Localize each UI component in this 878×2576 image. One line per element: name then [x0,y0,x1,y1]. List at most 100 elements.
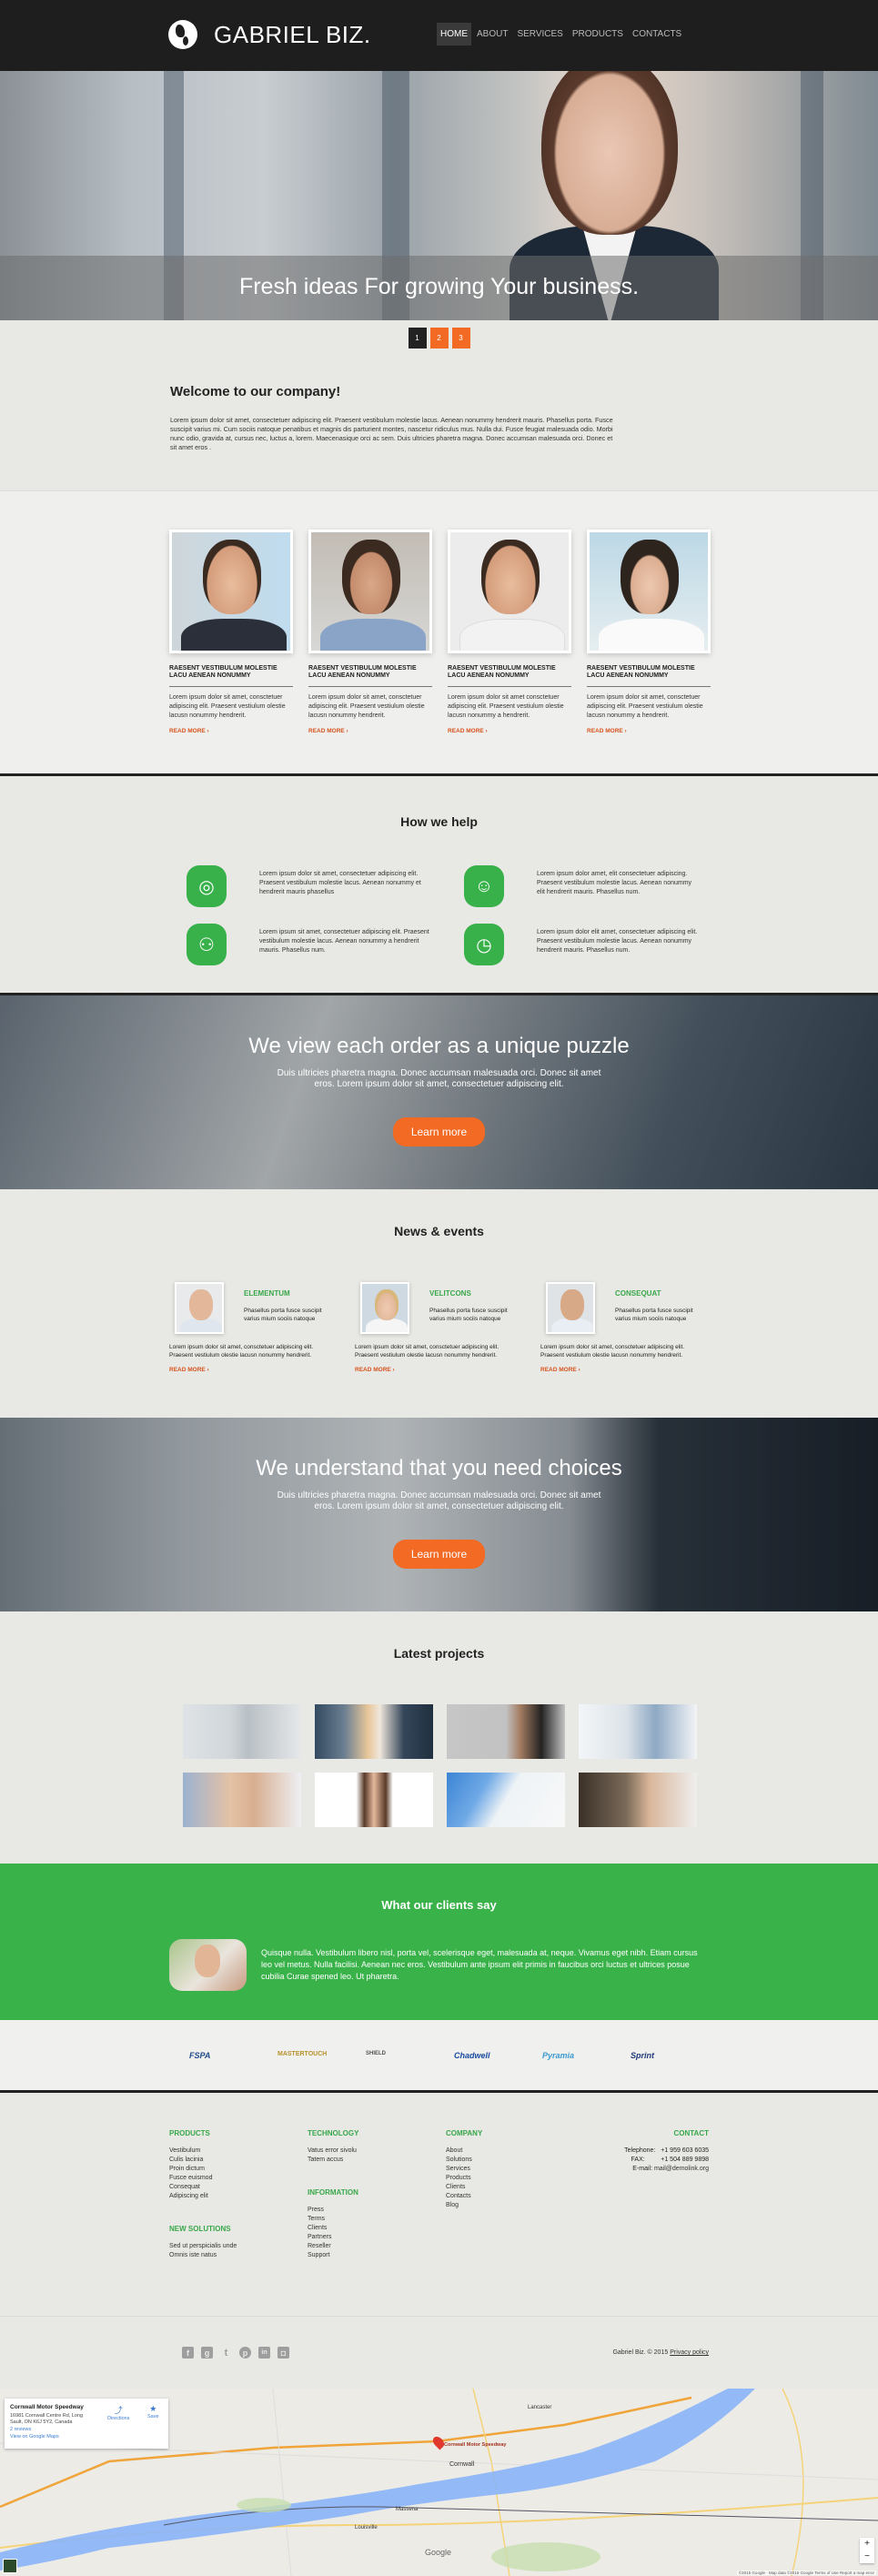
partner-logo[interactable]: Chadwell [454,2051,542,2060]
footer-link[interactable]: Blog [446,2201,584,2210]
footer-link[interactable]: Clients [308,2224,446,2233]
save-button[interactable]: ★ Save [147,2404,159,2419]
google-map[interactable]: Cornwall Motor Speedway Cornwall Massena… [0,2389,878,2576]
learn-more-button[interactable]: Learn more [392,1540,486,1569]
nav-home[interactable]: HOME [437,23,471,45]
telephone-value: +1 959 603 6035 [661,2147,709,2154]
privacy-policy-link[interactable]: Privacy policy [670,2349,709,2356]
partner-logo[interactable]: MASTERTOUCH [278,2051,366,2060]
fax-value: +1 504 889 9898 [661,2157,709,2163]
partner-logo[interactable]: SHIELD [366,2051,454,2060]
footer-link[interactable]: Terms [308,2215,446,2224]
project-thumbnail[interactable] [447,1704,565,1759]
footer-link[interactable]: About [446,2147,584,2156]
team-portrait[interactable] [448,530,571,653]
project-thumbnail[interactable] [579,1704,697,1759]
facebook-icon[interactable]: f [182,2347,194,2359]
footer-link[interactable]: Vestibulum [169,2147,308,2156]
idea-person-icon: ☺ [464,865,504,907]
testimonials-section: What our clients say Quisque nulla. Vest… [0,1864,878,2020]
footer-link[interactable]: Contacts [446,2192,584,2201]
project-thumbnail[interactable] [315,1773,433,1827]
footer-link[interactable]: Press [308,2206,446,2215]
footer-contact: CONTACT Telephone: +1 959 603 6035 FAX: … [624,2129,709,2174]
footer-link[interactable]: Products [446,2174,584,2183]
footer-link[interactable]: Proin dictum [169,2165,308,2174]
pager-2[interactable]: 2 [429,328,449,349]
footer-link[interactable]: Fusce euismod [169,2174,308,2183]
globe-icon [168,20,197,49]
news-thumbnail[interactable] [360,1282,409,1334]
nav-about[interactable]: ABOUT [473,23,511,45]
read-more-link[interactable]: READ MORE › [448,728,488,734]
map-city-label: Lancaster [528,2405,552,2410]
read-more-link[interactable]: READ MORE › [308,728,348,734]
read-more-link[interactable]: READ MORE › [587,728,627,734]
news-summary: Phasellus porta fusce suscipit varius mi… [429,1308,508,1322]
news-heading[interactable]: ELEMENTUM [244,1289,335,1298]
read-more-link[interactable]: READ MORE › [540,1367,580,1373]
news-text: Lorem ipsum dolor sit amet, consctetuer … [169,1344,314,1359]
team-member: RAESENT VESTIBULUM MOLESTIE LACU AENEAN … [308,530,432,737]
footer-link[interactable]: Consequat [169,2183,308,2192]
learn-more-button[interactable]: Learn more [392,1117,486,1147]
footer-link[interactable]: Adipiscing elit [169,2192,308,2201]
partner-logo[interactable]: FSPA [189,2051,278,2060]
project-thumbnail[interactable] [447,1773,565,1827]
team-portrait[interactable] [169,530,293,653]
pinterest-icon[interactable]: p [239,2347,251,2359]
footer-link[interactable]: Reseller [308,2242,446,2251]
team-portrait[interactable] [308,530,432,653]
news-heading[interactable]: VELITCONS [429,1289,520,1298]
footer-link[interactable]: Vatus error sivolu [308,2147,446,2156]
nav-services[interactable]: SERVICES [513,23,566,45]
project-thumbnail[interactable] [315,1704,433,1759]
read-more-link[interactable]: READ MORE › [169,1367,209,1373]
nav-products[interactable]: PRODUCTS [569,23,627,45]
email-link[interactable]: mail@demolink.org [654,2166,709,2172]
logo[interactable]: GABRIEL BIZ. [168,20,371,49]
twitter-icon[interactable]: t [220,2347,232,2359]
news-thumbnail[interactable] [546,1282,595,1334]
google-plus-icon[interactable]: g [201,2347,213,2359]
telephone-line: Telephone: +1 959 603 6035 [624,2147,709,2154]
footer-heading: INFORMATION [308,2188,358,2197]
news-thumbnail[interactable] [175,1282,224,1334]
footer-link[interactable]: Services [446,2165,584,2174]
social-links: f g t p in ◘ [182,2347,289,2359]
hero-slider: Fresh ideas For growing Your business. [0,71,878,320]
read-more-link[interactable]: READ MORE › [169,728,209,734]
footer-column-company: COMPANY About Solutions Services Product… [446,2129,584,2260]
zoom-out-button[interactable]: − [860,2551,874,2563]
footer-link[interactable]: Culis lacinia [169,2156,308,2165]
project-thumbnail[interactable] [579,1773,697,1827]
directions-button[interactable]: ⤴ Directions [107,2404,129,2421]
news-item: ELEMENTUM Phasellus porta fusce suscipit… [169,1282,338,1376]
project-thumbnail[interactable] [183,1704,301,1759]
footer-link[interactable]: Sed ut perspicialis unde [169,2242,308,2251]
reviews-link[interactable]: 2 reviews [10,2426,163,2433]
footer-link[interactable]: Omnis iste natus [169,2251,308,2260]
news-heading[interactable]: CONSEQUAT [615,1289,706,1298]
footer-link[interactable]: Tatem accus [308,2156,446,2165]
satellite-toggle[interactable] [3,2559,17,2573]
pager-1[interactable]: 1 [408,328,427,349]
footer-link[interactable]: Solutions [446,2156,584,2165]
footer-link[interactable]: Support [308,2251,446,2260]
linkedin-icon[interactable]: in [258,2347,270,2359]
read-more-link[interactable]: READ MORE › [355,1367,395,1373]
zoom-in-button[interactable]: + [860,2538,874,2551]
pager-3[interactable]: 3 [451,328,470,349]
footer-link[interactable]: Partners [308,2233,446,2242]
logo-text: GABRIEL BIZ. [214,20,371,48]
nav-contacts[interactable]: CONTACTS [629,23,685,45]
footer-link[interactable]: Clients [446,2183,584,2192]
project-thumbnail[interactable] [183,1773,301,1827]
team-portrait[interactable] [587,530,711,653]
partner-logo[interactable]: Pyramia [542,2051,631,2060]
map-attribution: ©2015 Google · Map data ©2015 Google Ter… [736,2571,876,2575]
footer: PRODUCTS Vestibulum Culis lacinia Proin … [0,2093,878,2316]
view-on-google-maps-link[interactable]: View on Google Maps [10,2433,163,2440]
instagram-icon[interactable]: ◘ [278,2347,289,2359]
partner-logo[interactable]: Sprint [631,2051,719,2060]
